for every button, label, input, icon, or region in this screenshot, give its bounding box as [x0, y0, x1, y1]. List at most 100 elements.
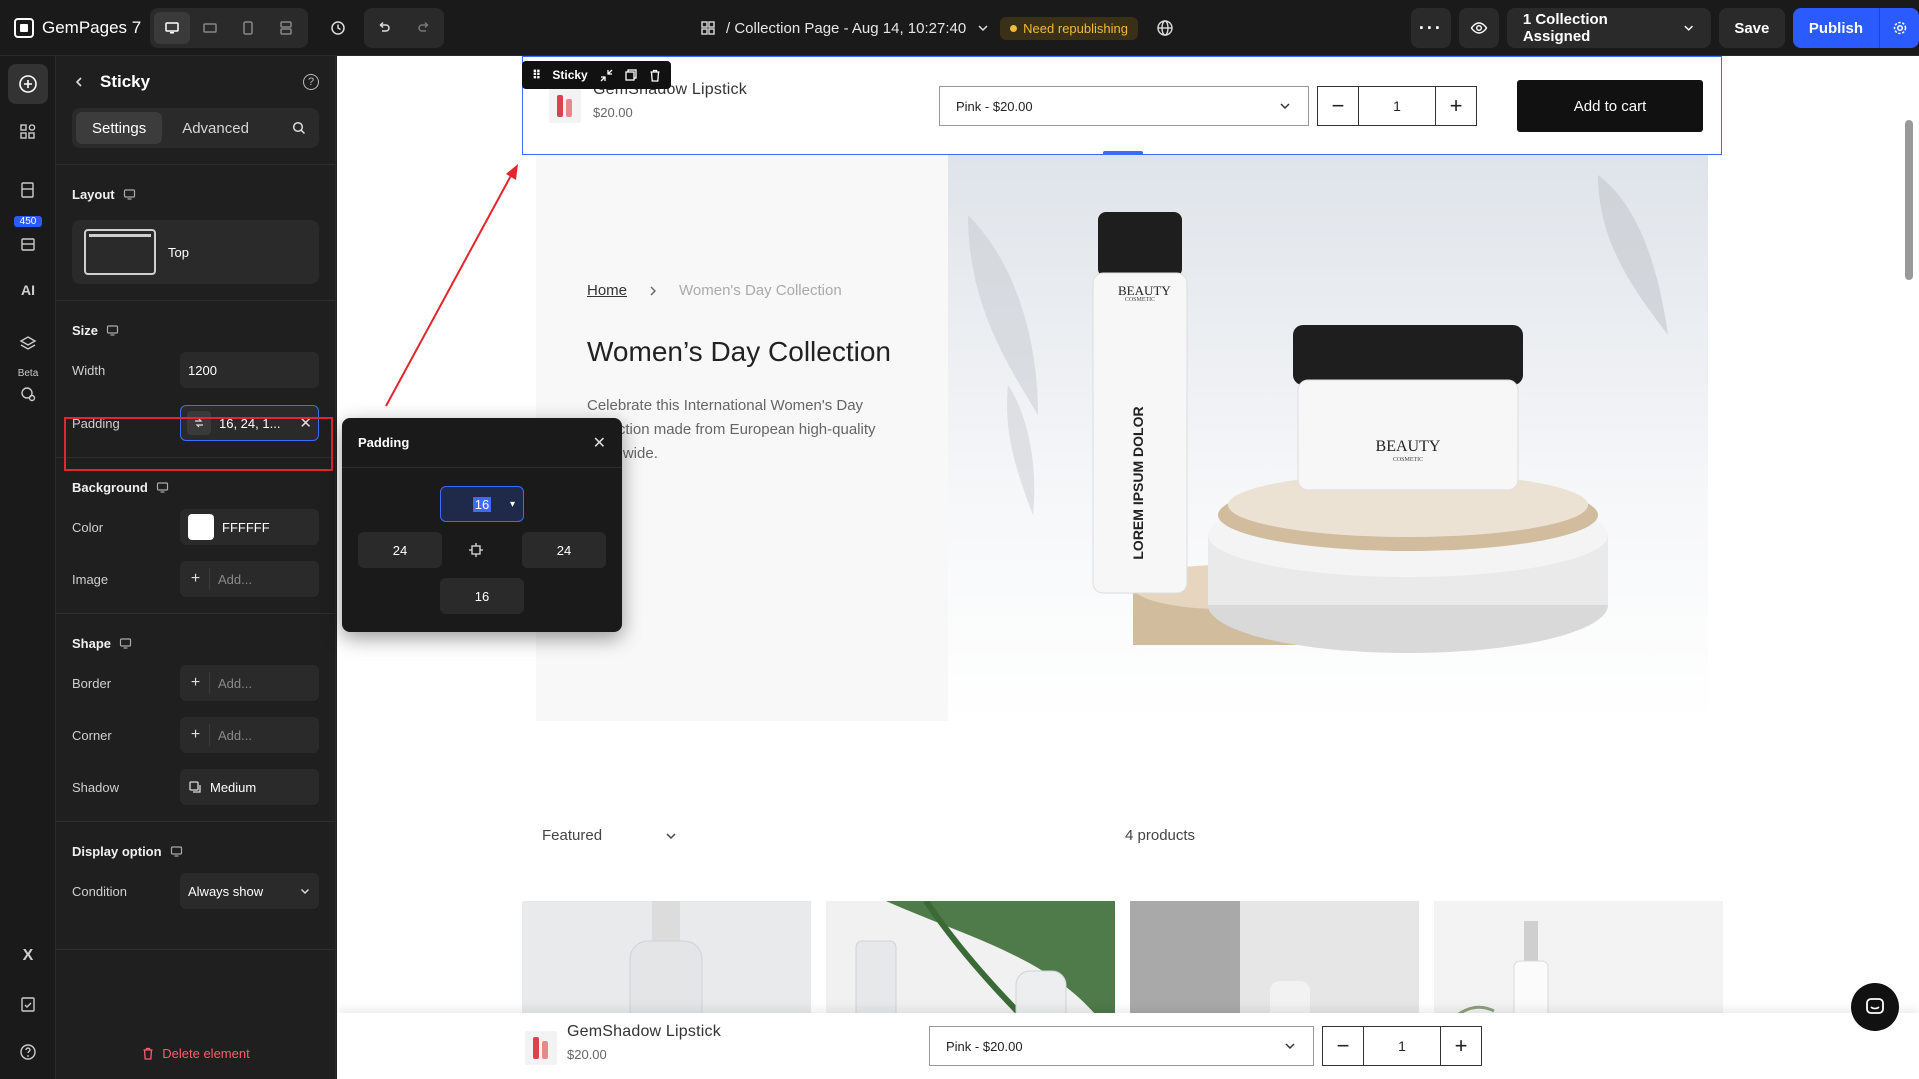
quantity-stepper[interactable]: − 1 +: [1317, 86, 1477, 126]
tab-advanced[interactable]: Advanced: [166, 112, 265, 144]
layout-option-top[interactable]: Top: [72, 220, 319, 284]
integrations-button[interactable]: X: [8, 936, 48, 976]
undo-button[interactable]: [364, 8, 404, 48]
shadow-label: Shadow: [72, 779, 119, 795]
add-element-button[interactable]: [8, 64, 48, 104]
layers-button[interactable]: [8, 324, 48, 364]
page-stack-icon: [21, 182, 34, 198]
plus-icon: +: [188, 568, 210, 590]
clock-icon: [331, 20, 345, 35]
color-swatch[interactable]: [188, 514, 214, 540]
link-sides-button[interactable]: [464, 538, 488, 562]
chevron-down-icon: [1280, 103, 1290, 110]
divider: [56, 821, 335, 822]
trash-icon[interactable]: [649, 69, 661, 82]
quantity-value[interactable]: 1: [1363, 1027, 1441, 1065]
shapes-icon: [20, 124, 36, 139]
monitor-icon: [170, 846, 182, 857]
status-dot: [1010, 24, 1018, 32]
tablet-landscape-view-button[interactable]: [192, 12, 228, 44]
decrease-button[interactable]: −: [1318, 87, 1358, 125]
variant-select[interactable]: Pink - $20.00: [929, 1026, 1314, 1066]
padding-left-input[interactable]: 24: [358, 532, 442, 568]
quantity-stepper[interactable]: − 1 +: [1322, 1026, 1482, 1066]
history-button[interactable]: [318, 8, 358, 48]
shadow-row: Shadow Medium: [56, 769, 335, 805]
question-icon: [20, 1044, 36, 1060]
padding-top-input[interactable]: 16 ▾: [440, 486, 524, 522]
shape-title: Shape: [72, 636, 112, 651]
save-button[interactable]: Save: [1718, 8, 1785, 48]
width-input[interactable]: 1200: [180, 352, 319, 388]
publish-button[interactable]: Publish: [1792, 8, 1879, 48]
corner-add-input[interactable]: + Add...: [180, 717, 319, 753]
chevron-down-icon: [1683, 25, 1693, 31]
library-button[interactable]: [8, 224, 48, 264]
chat-support-button[interactable]: [1851, 983, 1899, 1031]
width-label: Width: [72, 362, 106, 378]
display-title: Display option: [72, 844, 162, 859]
mobile-view-button[interactable]: [230, 12, 266, 44]
pages-button[interactable]: [8, 170, 48, 210]
padding-right-input[interactable]: 24: [522, 532, 606, 568]
color-input[interactable]: FFFFFF: [180, 509, 319, 545]
increase-button[interactable]: +: [1441, 1027, 1481, 1065]
condition-select[interactable]: Always show: [180, 873, 319, 909]
corner-row: Corner + Add...: [56, 717, 335, 753]
search-button[interactable]: [283, 121, 315, 135]
help-icon[interactable]: ?: [303, 74, 319, 90]
product-thumbnail: [549, 89, 581, 123]
panel-tabs: Settings Advanced: [72, 108, 319, 148]
breadcrumb-home-link[interactable]: Home: [587, 282, 627, 299]
quantity-value[interactable]: 1: [1358, 87, 1436, 125]
padding-popover-title: Padding: [358, 435, 410, 450]
redo-button[interactable]: [404, 8, 444, 48]
help-button[interactable]: [8, 1032, 48, 1072]
hero-image: BEAUTY COSMETIC LOREM IPSUM DOLOR BEAUTY…: [948, 155, 1708, 721]
plus-icon: +: [188, 672, 210, 694]
canvas-scrollbar[interactable]: [1905, 120, 1913, 280]
padding-popover: Padding ✕ 16 ▾ 24 24 16: [342, 418, 622, 632]
desktop-view-button[interactable]: [154, 11, 190, 44]
image-add-input[interactable]: + Add...: [180, 561, 319, 597]
decrease-button[interactable]: −: [1323, 1027, 1363, 1065]
tab-settings[interactable]: Settings: [76, 112, 163, 144]
variant-select[interactable]: Pink - $20.00: [939, 86, 1309, 126]
layers-icon: [19, 336, 37, 350]
publish-settings-button[interactable]: [1879, 8, 1919, 48]
bottom-sticky-bar[interactable]: GemShadow Lipstick $20.00 Pink - $20.00 …: [337, 1013, 1919, 1079]
padding-bottom-input[interactable]: 16: [440, 578, 524, 614]
top-bar: GemPages 7 / Collection Page - Aug 14, 1…: [0, 0, 1919, 56]
close-icon[interactable]: ✕: [593, 433, 606, 453]
more-options-button[interactable]: ···: [1410, 8, 1451, 48]
border-add-input[interactable]: + Add...: [180, 665, 319, 701]
back-chevron-icon[interactable]: [72, 75, 86, 89]
add-to-cart-button[interactable]: Add to cart: [1517, 80, 1703, 132]
style-guide-button[interactable]: [8, 374, 48, 414]
background-title: Background: [72, 480, 148, 495]
divider: [56, 164, 335, 165]
collapse-icon[interactable]: [600, 69, 613, 82]
delete-element-button[interactable]: Delete element: [56, 1046, 336, 1061]
breakpoint-icon: [280, 20, 292, 35]
collection-assigned-dropdown[interactable]: 1 Collection Assigned: [1506, 8, 1711, 48]
duplicate-icon[interactable]: [625, 69, 637, 81]
increase-button[interactable]: +: [1436, 87, 1476, 125]
save-label: Save: [1734, 19, 1770, 37]
sort-select[interactable]: Featured: [542, 827, 678, 844]
globe-icon[interactable]: [1156, 19, 1174, 37]
shadow-select[interactable]: Medium: [180, 769, 319, 805]
sticky-add-to-cart-bar[interactable]: GemShadow Lipstick $20.00 Pink - $20.00 …: [522, 56, 1722, 155]
plus-circle-icon: [19, 75, 37, 93]
layout-top-thumbnail: [84, 229, 156, 275]
checklist-button[interactable]: [8, 984, 48, 1024]
product-info: GemShadow Lipstick $20.00: [567, 1023, 721, 1062]
custom-breakpoint-button[interactable]: [268, 12, 304, 44]
condition-label: Condition: [72, 883, 127, 899]
page-title-group[interactable]: / Collection Page - Aug 14, 10:27:40 Nee…: [700, 0, 1174, 56]
preview-button[interactable]: [1458, 8, 1499, 48]
app-logo[interactable]: GemPages 7: [0, 17, 150, 38]
drag-handle-icon[interactable]: ⠿: [532, 68, 541, 82]
ai-button[interactable]: AI: [8, 270, 48, 310]
sections-button[interactable]: [8, 112, 48, 152]
